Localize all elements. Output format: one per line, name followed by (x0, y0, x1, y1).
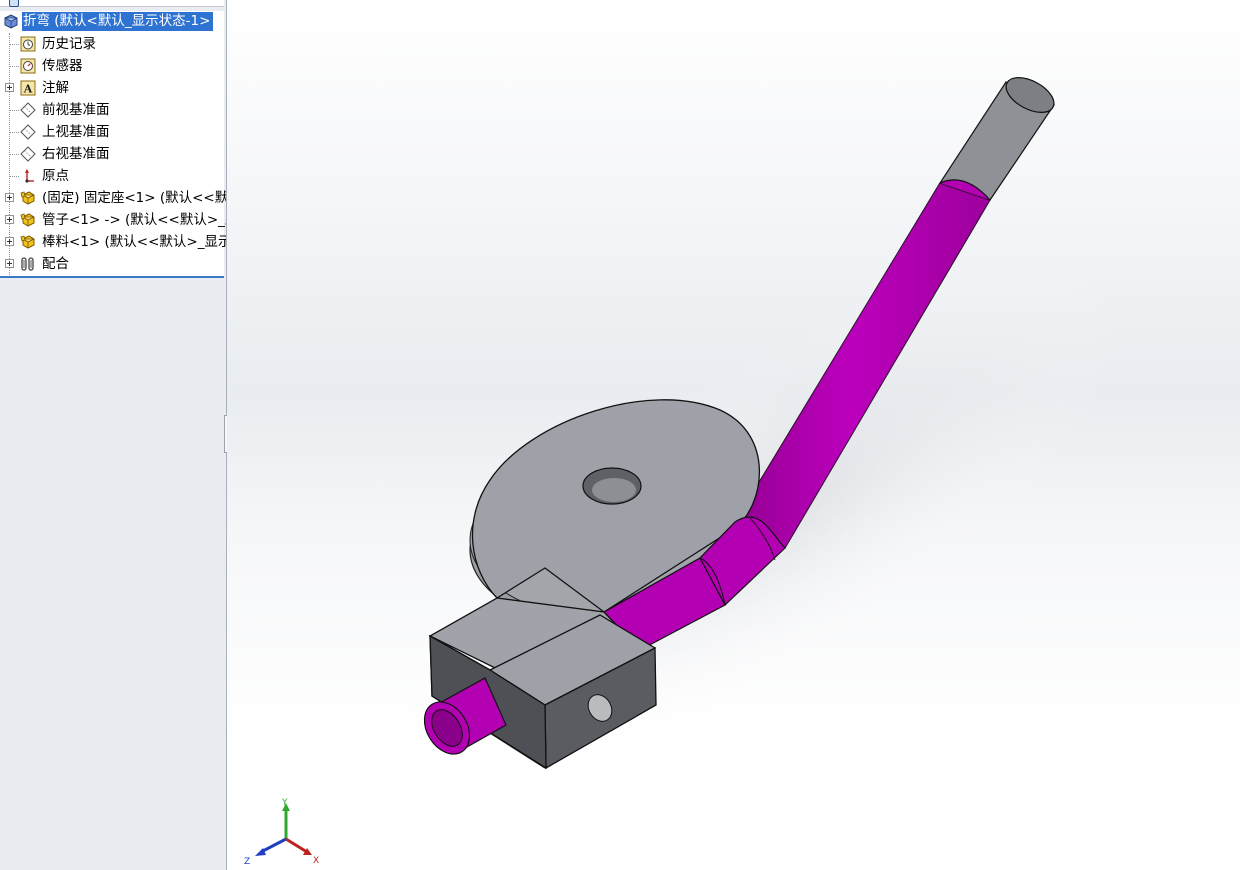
part-icon (20, 191, 35, 205)
expand-icon[interactable] (5, 237, 14, 246)
history-icon (20, 36, 36, 52)
tree-item-label: (固定) 固定座<1> (默认<<默认>_显 (42, 190, 227, 206)
tree-root-label: 折弯 (默认<默认_显示状态-1> (22, 12, 214, 31)
feature-manager-tree: 折弯 (默认<默认_显示状态-1> 历史记录 传感器 A 注解 前视基准面 上视… (0, 0, 227, 870)
tree-item-label: 上视基准面 (42, 124, 110, 140)
tree-item-label: 历史记录 (42, 36, 96, 52)
mates-icon (21, 257, 34, 271)
svg-text:A: A (23, 83, 33, 96)
annotation-icon: A (20, 80, 36, 96)
graphics-viewport[interactable]: Y X Z (227, 0, 1240, 870)
tree-root-assembly[interactable]: 折弯 (默认<默认_显示状态-1> (0, 11, 224, 33)
tree-item-history[interactable]: 历史记录 (0, 33, 224, 55)
sensor-icon (20, 58, 36, 74)
tree-item-top-plane[interactable]: 上视基准面 (0, 121, 224, 143)
tree-item-fixed-base[interactable]: (固定) 固定座<1> (默认<<默认>_显 (0, 187, 227, 209)
tree-item-label: 配合 (42, 256, 69, 272)
tree-separator (0, 276, 224, 278)
triad-z-label: Z (244, 857, 250, 867)
tree-item-label: 棒料<1> (默认<<默认>_显示状态 (42, 234, 226, 250)
tree-header-strip (0, 0, 224, 7)
tree-item-origin[interactable]: 原点 (0, 165, 224, 187)
plane-icon (20, 124, 36, 140)
expand-icon[interactable] (5, 259, 14, 268)
part-icon (20, 213, 35, 227)
expand-icon[interactable] (5, 215, 14, 224)
tree-item-sensors[interactable]: 传感器 (0, 55, 224, 77)
plane-icon (20, 102, 36, 118)
tree-item-label: 传感器 (42, 58, 83, 74)
tree-item-bar-stock[interactable]: 棒料<1> (默认<<默认>_显示状态 (0, 231, 226, 253)
tree-item-label: 原点 (42, 168, 69, 184)
solidworks-window: 折弯 (默认<默认_显示状态-1> 历史记录 传感器 A 注解 前视基准面 上视… (0, 0, 1240, 870)
filter-icon[interactable] (9, 0, 19, 7)
tree-item-right-plane[interactable]: 右视基准面 (0, 143, 224, 165)
triad-y-label: Y (281, 798, 288, 808)
tree-item-label: 注解 (42, 80, 69, 96)
bar-stock (939, 77, 1055, 201)
tree-item-front-plane[interactable]: 前视基准面 (0, 99, 224, 121)
expand-icon[interactable] (5, 193, 14, 202)
tree-item-label: 右视基准面 (42, 146, 110, 162)
tree-item-tube[interactable]: 管子<1> -> (默认<<默认>_显示状态 (0, 209, 226, 231)
tree-item-label: 前视基准面 (42, 102, 110, 118)
tree-item-label: 管子<1> -> (默认<<默认>_显示状态 (42, 212, 226, 228)
expand-icon[interactable] (5, 83, 14, 92)
tree-item-mates[interactable]: 配合 (0, 253, 224, 275)
triad-x-label: X (313, 856, 319, 866)
view-orientation-triad: Y X Z (244, 798, 319, 867)
plane-icon (20, 146, 36, 162)
tree-item-annotations[interactable]: A 注解 (0, 77, 224, 99)
origin-icon (25, 169, 34, 183)
assembly-icon (4, 14, 18, 29)
part-icon (20, 235, 35, 249)
bending-assembly-model[interactable] (227, 0, 1240, 870)
tree-content: 折弯 (默认<默认_显示状态-1> 历史记录 传感器 A 注解 前视基准面 上视… (0, 11, 227, 276)
